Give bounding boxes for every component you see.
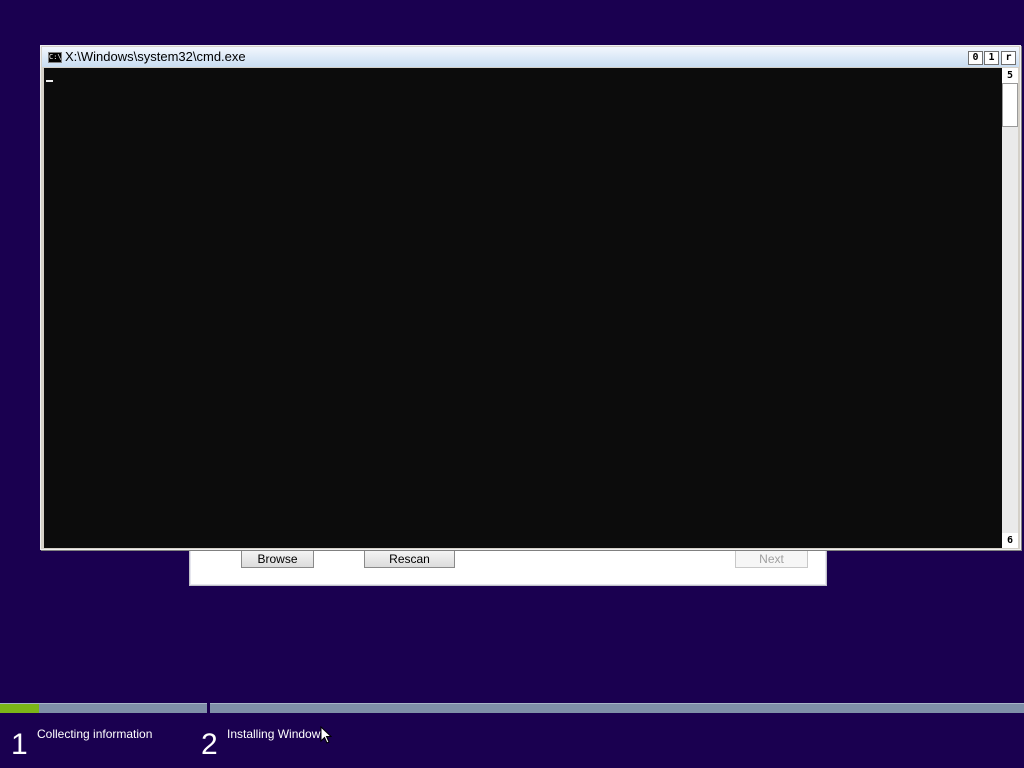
cmd-icon[interactable]: C:\ [48,52,62,63]
vertical-scrollbar[interactable]: 5 6 [1002,68,1018,548]
minimize-button[interactable]: 0 [968,51,983,65]
cmd-window[interactable]: C:\ X:\Windows\system32\cmd.exe 0 1 r 5 … [40,45,1021,550]
cmd-window-title: X:\Windows\system32\cmd.exe [65,49,246,64]
scroll-down-button[interactable]: 6 [1002,533,1018,548]
rescan-button[interactable]: Rescan [364,550,455,568]
step-label: Collecting information [37,727,153,741]
scroll-up-button[interactable]: 5 [1002,68,1018,83]
scrollbar-thumb[interactable] [1002,83,1018,127]
mouse-pointer-icon [320,726,332,744]
browse-button[interactable]: Browse [241,550,314,568]
next-button: Next [735,550,808,568]
close-button[interactable]: r [1001,51,1016,65]
step-number: 1 [11,728,28,761]
maximize-button[interactable]: 1 [984,51,999,65]
console-area[interactable] [44,68,1004,548]
progress-track-step2 [210,703,1024,713]
step-label: Installing Windows [227,727,327,741]
cmd-titlebar[interactable]: C:\ X:\Windows\system32\cmd.exe 0 1 r [42,47,1019,67]
step-number: 2 [201,728,218,761]
text-cursor [46,80,53,82]
progress-track-step1 [0,703,207,713]
progress-fill-step1 [0,704,40,713]
